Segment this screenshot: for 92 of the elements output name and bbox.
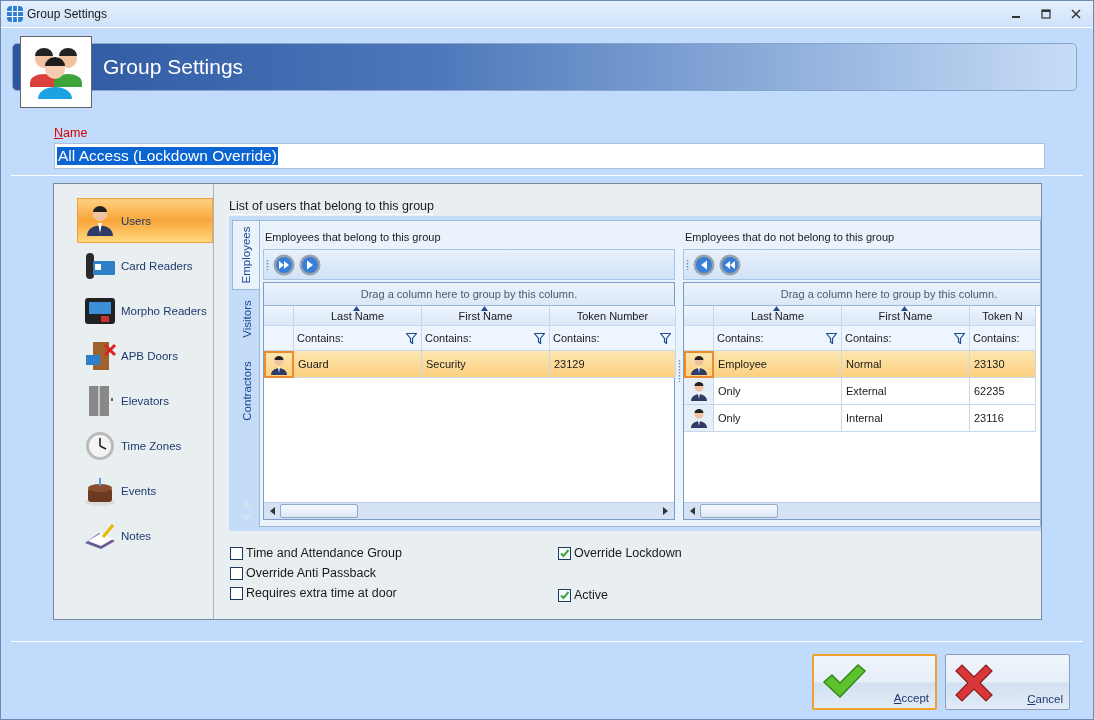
close-icon[interactable] bbox=[1071, 9, 1081, 19]
checkbox-box[interactable] bbox=[230, 586, 243, 600]
person-icon bbox=[689, 381, 708, 401]
horizontal-scrollbar[interactable] bbox=[684, 502, 1040, 519]
left-arrow-icon[interactable] bbox=[693, 253, 715, 276]
filter-icon[interactable] bbox=[534, 332, 545, 344]
grid-title: Employees that do not belong to this group bbox=[684, 230, 896, 245]
x-mark-icon bbox=[954, 663, 994, 703]
scroll-thumb[interactable] bbox=[280, 504, 358, 518]
filter-cell[interactable]: Contains: bbox=[294, 326, 422, 351]
table-cell: Guard bbox=[294, 351, 422, 378]
name-field[interactable]: All Access (Lockdown Override) bbox=[54, 143, 1045, 169]
checkbox[interactable]: Time and Attendance Group bbox=[230, 546, 402, 560]
filter-cell[interactable]: Contains: bbox=[422, 326, 550, 351]
nav-item[interactable]: Users bbox=[77, 198, 213, 243]
table-cell: Security bbox=[422, 351, 550, 378]
grid-icon bbox=[7, 6, 23, 22]
sort-arrow-icon bbox=[900, 306, 908, 311]
nav-item[interactable]: Morpho Readers bbox=[77, 288, 213, 333]
person-icon bbox=[690, 354, 708, 375]
nav-item[interactable]: Elevators bbox=[77, 378, 213, 423]
scroll-left-icon[interactable] bbox=[690, 507, 695, 515]
filter-row-header-cell bbox=[684, 326, 714, 351]
column-header[interactable]: First Name bbox=[842, 306, 970, 326]
column-header[interactable]: Token N bbox=[970, 306, 1036, 326]
nav-item[interactable]: Time Zones bbox=[77, 423, 213, 468]
side-tab[interactable]: Employees bbox=[232, 220, 259, 290]
checkbox-box[interactable] bbox=[230, 566, 243, 580]
table-cell: Only bbox=[714, 378, 842, 405]
grip-icon[interactable] bbox=[266, 258, 269, 271]
table-cell: 23129 bbox=[550, 351, 676, 378]
side-tab[interactable]: Contractors bbox=[234, 348, 259, 434]
group-by-hint: Drag a column here to group by this column. bbox=[684, 283, 1040, 306]
scroll-left-icon[interactable] bbox=[270, 507, 275, 515]
filter-cell[interactable]: Contains: bbox=[550, 326, 676, 351]
grid-title: Employees that belong to this group bbox=[264, 230, 442, 245]
corner-header-cell bbox=[684, 306, 714, 326]
column-header[interactable]: Last Name bbox=[714, 306, 842, 326]
sort-arrow-icon bbox=[772, 306, 780, 311]
scroll-thumb[interactable] bbox=[700, 504, 778, 518]
column-header[interactable]: Last Name bbox=[294, 306, 422, 326]
checkbox[interactable]: Active bbox=[558, 588, 609, 602]
side-tab[interactable]: Visitors bbox=[234, 290, 259, 348]
checkbox[interactable]: Override Anti Passback bbox=[230, 566, 376, 580]
filter-row-header-cell bbox=[264, 326, 294, 351]
sort-arrow-icon bbox=[480, 306, 488, 311]
sort-arrow-icon bbox=[352, 306, 360, 311]
grip-icon[interactable] bbox=[686, 258, 689, 271]
double-right-arrow-icon[interactable] bbox=[273, 253, 295, 276]
checkbox[interactable]: Requires extra time at door bbox=[230, 586, 397, 600]
nav-item[interactable]: Notes bbox=[77, 513, 213, 558]
table-cell: External bbox=[842, 378, 970, 405]
accept-button[interactable]: Accept bbox=[812, 654, 937, 710]
checkbox-box[interactable] bbox=[230, 546, 243, 560]
corner-header-cell bbox=[264, 306, 294, 326]
cancel-button[interactable]: Cancel bbox=[945, 654, 1070, 710]
filter-icon[interactable] bbox=[660, 332, 671, 344]
double-left-arrow-icon[interactable] bbox=[719, 253, 741, 276]
group-by-hint: Drag a column here to group by this column. bbox=[264, 283, 674, 306]
window-title: Group Settings bbox=[27, 7, 108, 21]
filter-icon[interactable] bbox=[954, 332, 965, 344]
person-icon bbox=[270, 354, 288, 375]
maximize-icon[interactable] bbox=[1041, 9, 1051, 19]
filter-icon[interactable] bbox=[826, 332, 837, 344]
table-cell: 62235 bbox=[970, 378, 1036, 405]
name-label: Name bbox=[54, 126, 88, 140]
horizontal-scrollbar[interactable] bbox=[264, 502, 674, 519]
table-cell: Internal bbox=[842, 405, 970, 432]
filter-icon[interactable] bbox=[406, 332, 417, 344]
column-header[interactable]: Token Number bbox=[550, 306, 676, 326]
table-cell: 23130 bbox=[970, 351, 1036, 378]
checkmark-icon bbox=[822, 664, 866, 698]
splitter-grip-icon[interactable] bbox=[677, 358, 681, 383]
table-cell: Normal bbox=[842, 351, 970, 378]
table-cell: Employee bbox=[714, 351, 842, 378]
filter-cell[interactable]: Contains: bbox=[970, 326, 1036, 351]
checkbox-box[interactable] bbox=[558, 546, 571, 560]
right-arrow-icon[interactable] bbox=[299, 253, 321, 276]
nav-item[interactable]: APB Doors bbox=[77, 333, 213, 378]
nav-item[interactable]: Events bbox=[77, 468, 213, 513]
table-cell: 23116 bbox=[970, 405, 1036, 432]
filter-cell[interactable]: Contains: bbox=[842, 326, 970, 351]
column-header[interactable]: First Name bbox=[422, 306, 550, 326]
checkbox[interactable]: Override Lockdown bbox=[558, 546, 682, 560]
section-title: List of users that belong to this group bbox=[229, 199, 434, 215]
nav-item[interactable]: Card Readers bbox=[77, 243, 213, 288]
person-icon bbox=[689, 408, 708, 428]
header-title: Group Settings bbox=[103, 55, 244, 79]
table-cell: Only bbox=[714, 405, 842, 432]
filter-cell[interactable]: Contains: bbox=[714, 326, 842, 351]
scroll-right-icon[interactable] bbox=[663, 507, 668, 515]
checkbox-box[interactable] bbox=[558, 588, 571, 602]
